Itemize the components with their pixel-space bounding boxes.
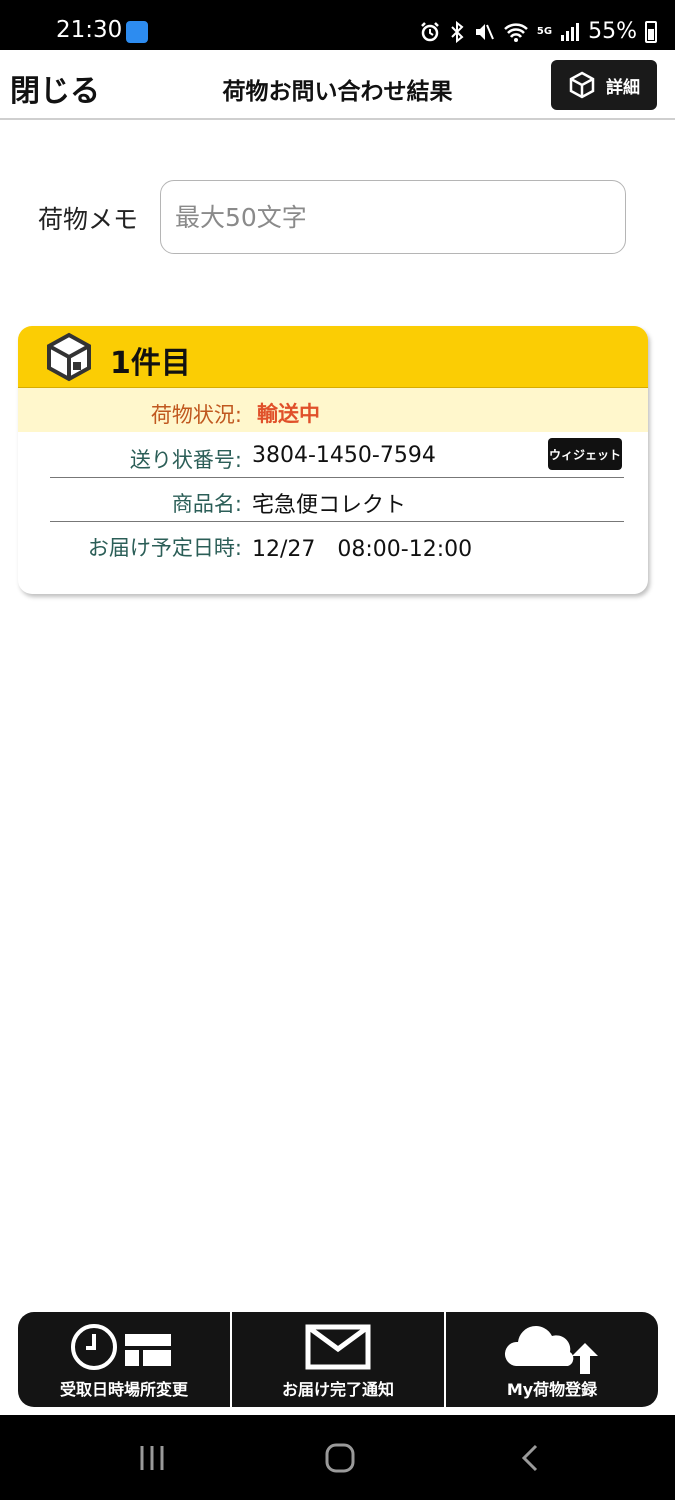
delivery-value: 12/27 08:00-12:00 [252, 537, 473, 562]
cloud-upload-icon [504, 1326, 598, 1374]
product-row: 商品名: 宅急便コレクト [50, 478, 624, 522]
home-button[interactable] [310, 1435, 370, 1481]
status-time: 21:30 [56, 17, 123, 43]
signal-icon [561, 22, 580, 41]
memo-label: 荷物メモ [38, 205, 139, 234]
back-icon [521, 1444, 538, 1472]
status-label: 荷物状況: [150, 403, 242, 427]
tracking-label: 送り状番号: [129, 448, 242, 472]
network-type: 5G [536, 26, 553, 37]
status-value: 輸送中 [257, 402, 320, 426]
tracking-number: 3804-1450-7594 [252, 443, 436, 468]
product-label: 商品名: [171, 492, 242, 516]
widget-button[interactable]: ウィジェット [548, 438, 622, 470]
recent-apps-button[interactable] [122, 1435, 182, 1481]
delivery-row: お届け予定日時: 12/27 08:00-12:00 [50, 522, 624, 566]
recent-apps-icon [140, 1446, 164, 1470]
my-package-button[interactable]: My荷物登録 [446, 1312, 658, 1407]
clock-calendar-icon [71, 1324, 171, 1370]
alarm-icon [421, 21, 439, 41]
mute-icon [475, 23, 494, 40]
detail-button-label: 詳細 [606, 77, 640, 98]
envelope-icon [305, 1324, 371, 1370]
back-button[interactable] [500, 1435, 560, 1481]
header: 閉じる 荷物お問い合わせ結果 詳細 [0, 50, 675, 120]
navigation-bar [0, 1415, 675, 1500]
home-icon [325, 1443, 355, 1473]
delivery-notice-button[interactable]: お届け完了通知 [232, 1312, 446, 1407]
battery-icon [645, 20, 657, 43]
status-row: 荷物状況: 輸送中 [18, 388, 648, 432]
delivery-label: お届け予定日時: [87, 536, 242, 560]
package-card-header: 1件目 [18, 326, 648, 388]
package-icon [569, 71, 595, 99]
product-value: 宅急便コレクト [252, 493, 407, 518]
package-box-icon [47, 332, 91, 382]
status-bar: 21:30 5G 55% [0, 0, 675, 50]
change-delivery-label: 受取日時場所変更 [59, 1380, 188, 1399]
battery-percent: 55% [588, 19, 637, 44]
memo-input[interactable] [160, 180, 626, 254]
bluetooth-icon [451, 20, 464, 43]
delivery-notice-label: お届け完了通知 [281, 1380, 394, 1399]
tracking-row: 送り状番号: 3804-1450-7594 ウィジェット [50, 434, 624, 478]
package-card: 1件目 荷物状況: 輸送中 送り状番号: 3804-1450-7594 ウィジェ… [18, 326, 648, 594]
wifi-icon [504, 22, 528, 42]
app-notification-icon [126, 21, 148, 43]
status-icons: 5G 55% [419, 19, 657, 44]
change-delivery-button[interactable]: 受取日時場所変更 [18, 1312, 232, 1407]
detail-button[interactable]: 詳細 [551, 60, 657, 110]
my-package-label: My荷物登録 [506, 1380, 598, 1399]
package-number: 1件目 [110, 346, 191, 381]
action-bar: 受取日時場所変更 お届け完了通知 My荷物登録 [18, 1312, 658, 1407]
